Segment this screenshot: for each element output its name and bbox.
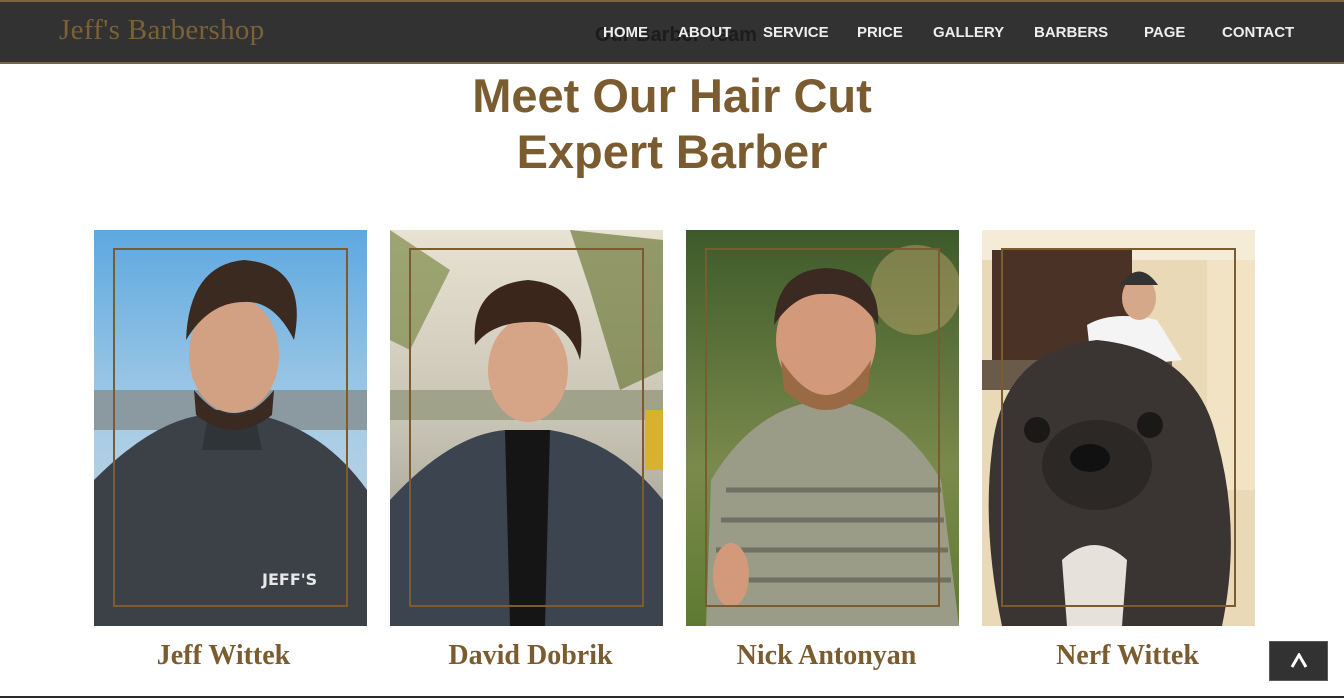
nav-contact[interactable]: CONTACT (1222, 24, 1294, 41)
barber-name-jeff-wittek: Jeff Wittek (156, 640, 291, 671)
nav-home[interactable]: HOME (603, 24, 648, 41)
barber-photo (982, 230, 1255, 626)
barber-name-david-dobrik: David Dobrik (448, 640, 613, 671)
caret-up-icon (1290, 653, 1307, 668)
heading-line-2: Expert Barber (516, 125, 828, 178)
barber-card-nick-antonyan[interactable] (686, 230, 959, 626)
barber-name-nerf-wittek: Nerf Wittek (1056, 640, 1199, 671)
nav-price[interactable]: PRICE (857, 24, 903, 41)
brand-logo[interactable]: Jeff's Barbershop (59, 14, 265, 47)
svg-text:JEFF'S: JEFF'S (261, 570, 317, 589)
barber-card-nerf-wittek[interactable] (982, 230, 1255, 626)
barber-card-david-dobrik[interactable] (390, 230, 663, 626)
barber-card-jeff-wittek[interactable]: JEFF'S (94, 230, 367, 626)
nav-page[interactable]: PAGE (1144, 24, 1185, 41)
barber-photo (390, 230, 663, 626)
barber-photo: JEFF'S (94, 230, 367, 626)
barber-photo (686, 230, 959, 626)
barber-name-nick-antonyan: Nick Antonyan (736, 640, 917, 671)
nav-about[interactable]: ABOUT (678, 24, 731, 41)
heading-line-1: Meet Our Hair Cut (472, 69, 872, 122)
nav-barbers[interactable]: BARBERS (1034, 24, 1108, 41)
nav-gallery[interactable]: GALLERY (933, 24, 1004, 41)
navbar: Jeff's Barbershop Our Barber Team HOME A… (0, 0, 1344, 64)
section-heading: Meet Our Hair Cut Expert Barber (0, 68, 1344, 180)
back-to-top-button[interactable] (1269, 641, 1328, 681)
nav-service[interactable]: SERVICE (763, 24, 829, 41)
